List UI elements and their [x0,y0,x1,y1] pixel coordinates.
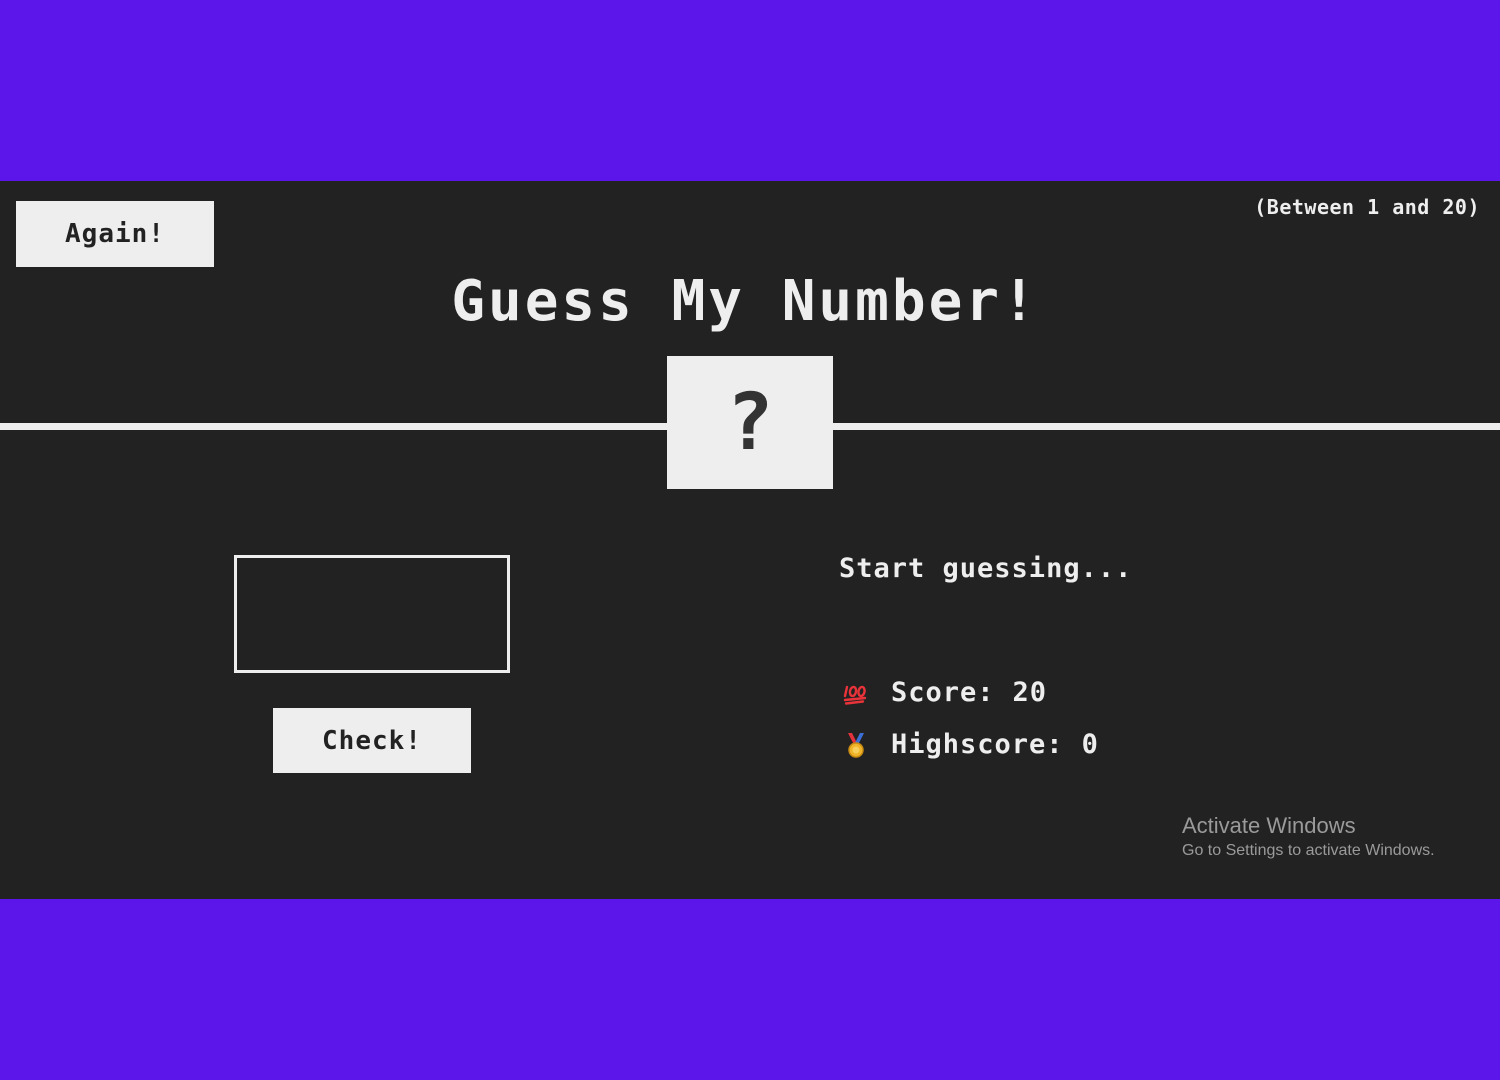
page-title: Guess My Number! [451,269,1039,334]
score-row: Score: 20 [843,677,1047,708]
score-label: Score: [891,677,995,708]
highscore-row: Highscore: 0 [843,729,1099,760]
game-panel: Again! (Between 1 and 20) Guess My Numbe… [0,181,1500,899]
highscore-value: 0 [1081,729,1099,760]
hundred-points-icon [843,679,869,707]
status-message: Start guessing... [839,553,1133,584]
guess-input[interactable] [234,555,510,673]
check-button[interactable]: Check! [273,708,471,773]
watermark-title: Activate Windows [1182,813,1356,838]
range-hint: (Between 1 and 20) [1254,195,1480,219]
windows-activation-watermark: Activate Windows Go to Settings to activ… [1182,813,1435,863]
highscore-label: Highscore: [891,729,1064,760]
secret-number: ? [726,377,774,468]
watermark-subtitle: Go to Settings to activate Windows. [1182,842,1435,859]
medal-icon [843,731,869,759]
again-button[interactable]: Again! [16,201,214,267]
secret-number-box: ? [667,356,833,489]
score-value: 20 [1012,677,1048,708]
